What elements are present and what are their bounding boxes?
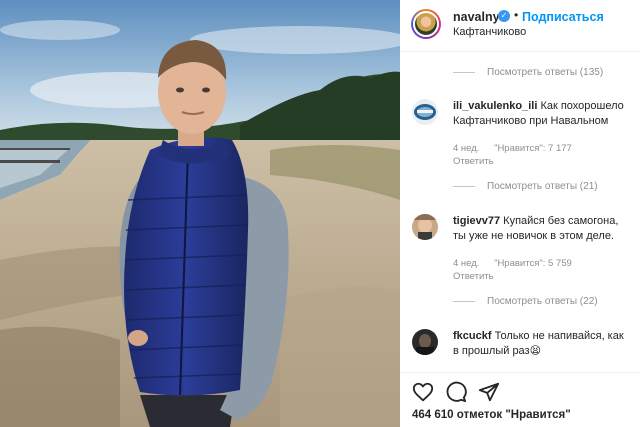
comment-text: ili_vakulenko_ili Как похорошело Кафтанч… xyxy=(453,99,631,129)
commenter-username[interactable]: fkcuckf xyxy=(453,330,492,342)
replies-divider-line xyxy=(453,72,475,73)
author-username[interactable]: navalny xyxy=(453,10,500,24)
comment-time[interactable]: 4 нед. xyxy=(453,258,479,269)
commenter-username[interactable]: tigievv77 xyxy=(453,215,500,227)
post-panel: navalny ✓ • Подписаться Кафтанчиково Пос… xyxy=(400,0,640,427)
commenter-avatar[interactable] xyxy=(412,329,438,355)
heart-icon[interactable] xyxy=(412,381,434,403)
verified-badge-icon: ✓ xyxy=(498,10,510,22)
comment-likes[interactable]: "Нравится": 5 759 xyxy=(494,258,572,269)
comment-likes[interactable]: "Нравится": 7 177 xyxy=(494,143,572,154)
follow-button[interactable]: Подписаться xyxy=(522,10,604,24)
post-photo[interactable] xyxy=(0,0,400,427)
commenter-avatar[interactable] xyxy=(412,99,438,125)
comment-time[interactable]: 4 нед. xyxy=(453,143,479,154)
paper-plane-icon[interactable] xyxy=(478,381,500,403)
comment-meta: 4 нед. "Нравится": 7 177 xyxy=(453,143,584,154)
view-replies-button[interactable]: Посмотреть ответы (135) xyxy=(453,67,603,78)
replies-divider-line xyxy=(453,301,475,302)
comment-text: fkcuckf Только не напивайся, как в прошл… xyxy=(453,329,631,359)
comments-list[interactable]: Посмотреть ответы (135) ili_vakulenko_il… xyxy=(400,53,640,371)
action-bar: 464 610 отметок "Нравится" xyxy=(400,372,640,427)
comment-bubble-icon[interactable] xyxy=(445,381,467,403)
reply-button[interactable]: Ответить xyxy=(453,156,494,167)
replies-divider-line xyxy=(453,186,475,187)
view-replies-button[interactable]: Посмотреть ответы (21) xyxy=(453,181,598,192)
author-avatar[interactable] xyxy=(411,9,441,39)
separator-dot: • xyxy=(514,8,519,22)
view-replies-label: Посмотреть ответы (135) xyxy=(487,67,604,78)
commenter-username[interactable]: ili_vakulenko_ili xyxy=(453,100,537,112)
post-location[interactable]: Кафтанчиково xyxy=(453,26,526,38)
view-replies-label: Посмотреть ответы (22) xyxy=(487,296,598,307)
view-replies-button[interactable]: Посмотреть ответы (22) xyxy=(453,296,598,307)
comment-text: tigievv77 Купайся без самогона, ты уже н… xyxy=(453,214,631,244)
comment-item: tigievv77 Купайся без самогона, ты уже н… xyxy=(400,214,640,324)
reply-button[interactable]: Ответить xyxy=(453,271,494,282)
post-header: navalny ✓ • Подписаться Кафтанчиково xyxy=(400,0,640,52)
view-replies-label: Посмотреть ответы (21) xyxy=(487,181,598,192)
comment-item: fkcuckf Только не напивайся, как в прошл… xyxy=(400,329,640,371)
likes-count[interactable]: 464 610 отметок "Нравится" xyxy=(412,409,571,421)
commenter-avatar[interactable] xyxy=(412,214,438,240)
comment-meta: 4 нед. "Нравится": 5 759 xyxy=(453,258,584,269)
comment-item: ili_vakulenko_ili Как похорошело Кафтанч… xyxy=(400,99,640,209)
